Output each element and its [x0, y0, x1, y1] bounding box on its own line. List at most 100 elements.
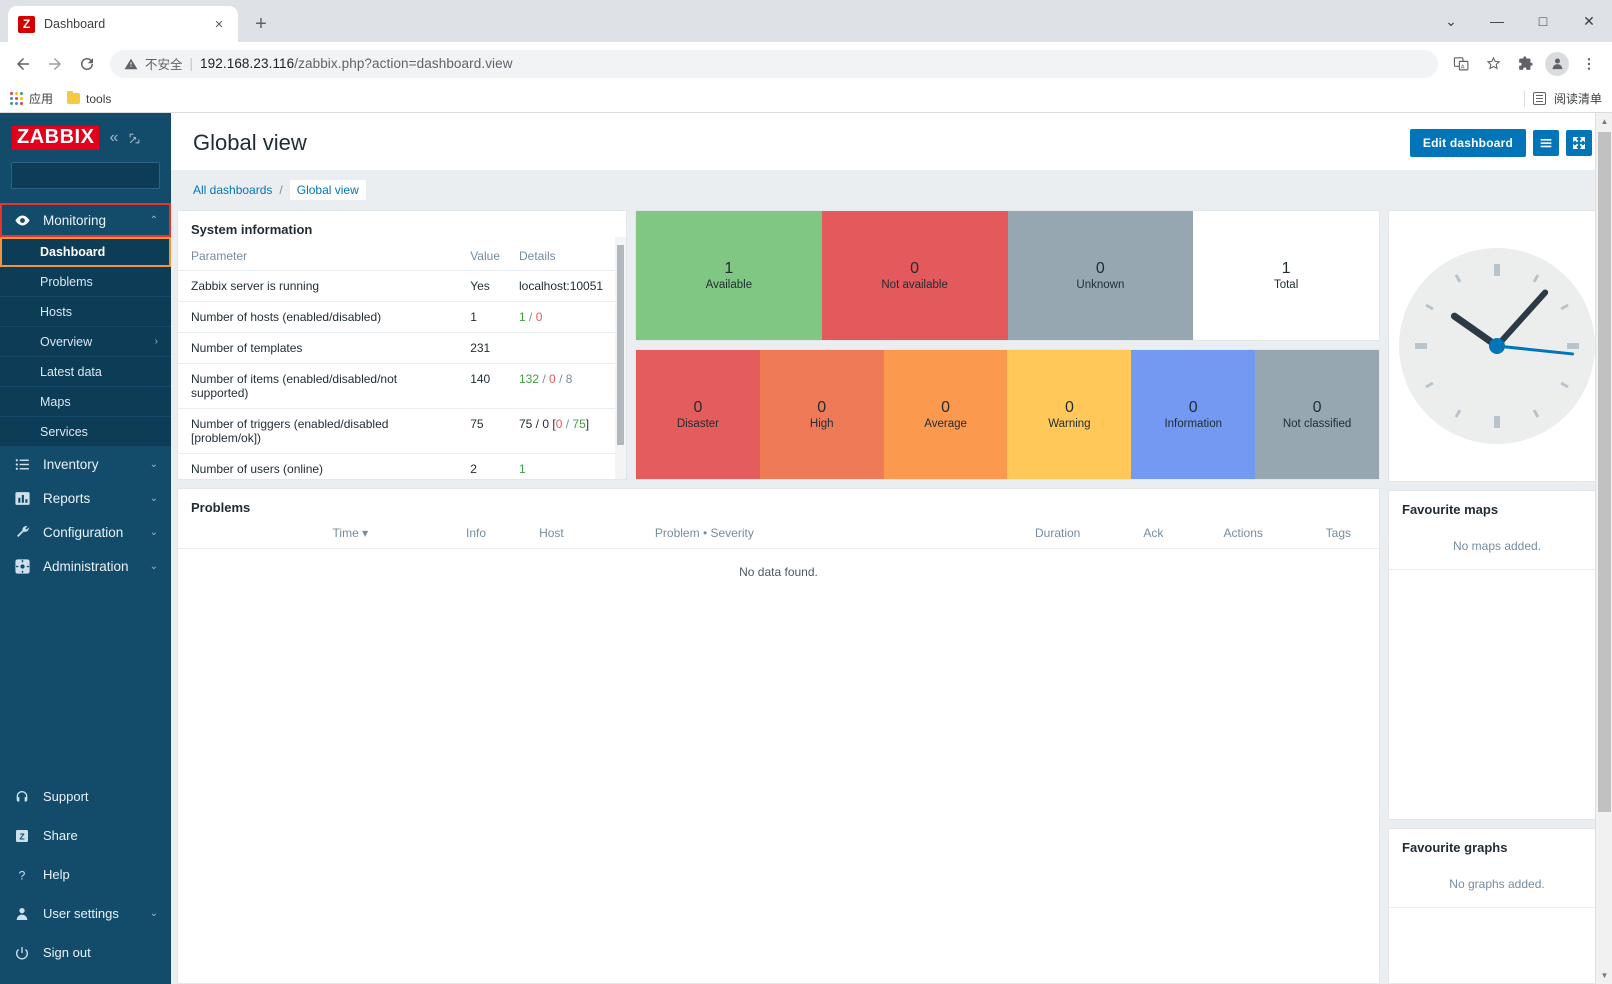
sidebar-item-support[interactable]: Support — [0, 777, 171, 816]
minimize-button[interactable]: — — [1474, 0, 1520, 42]
sidebar-item-administration[interactable]: Administration ⌄ — [0, 549, 171, 583]
sidebar-item-help[interactable]: ? Help — [0, 855, 171, 894]
widget-scrollbar[interactable] — [615, 237, 626, 479]
scroll-down-arrow-icon[interactable]: ▼ — [1596, 967, 1612, 984]
sidebar-nav: Monitoring ⌃ Dashboard Problems Hosts Ov… — [0, 203, 171, 583]
forward-icon[interactable] — [40, 49, 70, 79]
maximize-button[interactable]: □ — [1520, 0, 1566, 42]
column-header-duration[interactable]: Duration — [997, 523, 1118, 549]
fullscreen-icon[interactable] — [1566, 130, 1592, 156]
address-bar[interactable]: 不安全 | 192.168.23.116/zabbix.php?action=d… — [110, 50, 1438, 78]
breadcrumb-separator: / — [279, 183, 282, 197]
column-header-tags[interactable]: Tags — [1298, 523, 1379, 549]
apps-grid-icon — [10, 92, 23, 105]
tab-strip: Z Dashboard × + ⌄ — □ ✕ — [0, 0, 1612, 42]
bookmark-star-icon[interactable] — [1478, 49, 1508, 79]
availability-tile-available[interactable]: 1Available — [636, 211, 822, 340]
column-header-host[interactable]: Host — [511, 523, 591, 549]
severity-tile-warning[interactable]: 0Warning — [1007, 350, 1131, 479]
column-header-time[interactable]: Time ▾ — [178, 523, 441, 549]
hamburger-icon[interactable] — [1533, 130, 1559, 156]
sidebar-item-reports[interactable]: Reports ⌄ — [0, 481, 171, 515]
column-header-actions[interactable]: Actions — [1189, 523, 1298, 549]
page-scrollbar-thumb[interactable] — [1598, 132, 1611, 812]
tab-close-icon[interactable]: × — [210, 17, 228, 32]
tab-search-icon[interactable]: ⌄ — [1428, 0, 1474, 42]
close-window-button[interactable]: ✕ — [1566, 0, 1612, 42]
sidebar-item-overview[interactable]: Overview › — [0, 327, 171, 357]
breadcrumb-current[interactable]: Global view — [290, 180, 366, 200]
translate-icon[interactable]: A — [1446, 49, 1476, 79]
dashboard-right-column: Favourite maps No maps added. Favourite … — [1388, 210, 1606, 984]
sidebar-item-inventory[interactable]: Inventory ⌄ — [0, 447, 171, 481]
sidebar-item-monitoring[interactable]: Monitoring ⌃ — [0, 203, 171, 237]
url-text: 192.168.23.116/zabbix.php?action=dashboa… — [200, 56, 513, 71]
availability-tile-not-available[interactable]: 0Not available — [822, 211, 1008, 340]
extensions-icon[interactable] — [1510, 49, 1540, 79]
host-availability-widget: 1Available0Not available0Unknown1Total — [635, 210, 1380, 341]
scrollbar-thumb[interactable] — [617, 245, 624, 445]
cell-details — [506, 333, 626, 364]
sidebar-item-problems[interactable]: Problems — [0, 267, 171, 297]
table-row: No data found. — [178, 549, 1379, 596]
favourite-maps-empty: No maps added. — [1389, 525, 1605, 570]
severity-tile-not-classified[interactable]: 0Not classified — [1255, 350, 1379, 479]
clock-svg — [1397, 246, 1597, 446]
column-header-info[interactable]: Info — [441, 523, 512, 549]
header-actions: Edit dashboard — [1410, 129, 1592, 157]
breadcrumb-all-dashboards[interactable]: All dashboards — [193, 183, 272, 197]
severity-tile-disaster[interactable]: 0Disaster — [636, 350, 760, 479]
sidebar-item-hosts[interactable]: Hosts — [0, 297, 171, 327]
hide-sidebar-icon[interactable] — [128, 132, 141, 145]
availability-tile-unknown[interactable]: 0Unknown — [1008, 211, 1194, 340]
severity-tile-average[interactable]: 0Average — [884, 350, 1008, 479]
tab-title: Dashboard — [44, 17, 201, 31]
cell-value: 75 — [457, 409, 506, 454]
page-scrollbar[interactable]: ▲ ▼ — [1595, 113, 1612, 984]
chrome-menu-icon[interactable] — [1574, 49, 1604, 79]
main-content: Global view Edit dashboard All dashboard… — [171, 113, 1612, 984]
tile-label: High — [810, 418, 834, 430]
zabbix-share-icon: Z — [13, 828, 31, 844]
search-input[interactable] — [20, 169, 171, 183]
reading-list-label[interactable]: 阅读清单 — [1554, 90, 1602, 107]
edit-dashboard-button[interactable]: Edit dashboard — [1410, 129, 1526, 157]
tile-count: 0 — [1189, 399, 1198, 417]
collapse-sidebar-icon[interactable]: « — [109, 130, 118, 146]
sidebar-item-share[interactable]: Z Share — [0, 816, 171, 855]
sidebar-item-dashboard[interactable]: Dashboard — [0, 237, 171, 267]
tile-label: Unknown — [1076, 279, 1124, 291]
widget-title: Favourite graphs — [1389, 829, 1605, 863]
browser-tab[interactable]: Z Dashboard × — [8, 6, 238, 42]
severity-tile-information[interactable]: 0Information — [1131, 350, 1255, 479]
new-tab-button[interactable]: + — [246, 9, 276, 39]
reading-list-icon[interactable] — [1533, 92, 1546, 105]
column-header-ack[interactable]: Ack — [1118, 523, 1189, 549]
sidebar-item-sign-out[interactable]: Sign out — [0, 933, 171, 972]
tile-label: Not classified — [1283, 418, 1351, 430]
availability-tile-total[interactable]: 1Total — [1193, 211, 1379, 340]
system-information-scroll-area: Parameter Value Details Zabbix server is… — [178, 245, 626, 479]
back-icon[interactable] — [8, 49, 38, 79]
tile-count: 0 — [910, 260, 919, 278]
column-header-problem-severity[interactable]: Problem • Severity — [591, 523, 817, 549]
zabbix-logo[interactable]: ZABBIX — [12, 126, 99, 150]
reload-icon[interactable] — [72, 49, 102, 79]
chevron-down-icon: ⌄ — [150, 493, 158, 504]
sidebar-item-maps[interactable]: Maps — [0, 387, 171, 417]
dashboard-grid: System information Parameter Value Detai… — [171, 210, 1612, 984]
severity-tile-high[interactable]: 0High — [760, 350, 884, 479]
bookmark-item-tools[interactable]: tools — [67, 92, 111, 106]
sidebar-item-latest-data[interactable]: Latest data — [0, 357, 171, 387]
cell-value: 140 — [457, 364, 506, 409]
sidebar-item-configuration[interactable]: Configuration ⌄ — [0, 515, 171, 549]
bookmarks-divider — [1524, 91, 1525, 107]
tile-label: Warning — [1048, 418, 1090, 430]
scroll-up-arrow-icon[interactable]: ▲ — [1596, 113, 1612, 130]
sidebar-item-user-settings[interactable]: User settings ⌄ — [0, 894, 171, 933]
no-data-message: No data found. — [178, 549, 1379, 596]
sidebar-item-services[interactable]: Services — [0, 417, 171, 447]
bookmark-apps[interactable]: 应用 — [10, 90, 53, 107]
sidebar-search[interactable] — [11, 162, 160, 189]
profile-icon[interactable] — [1542, 49, 1572, 79]
